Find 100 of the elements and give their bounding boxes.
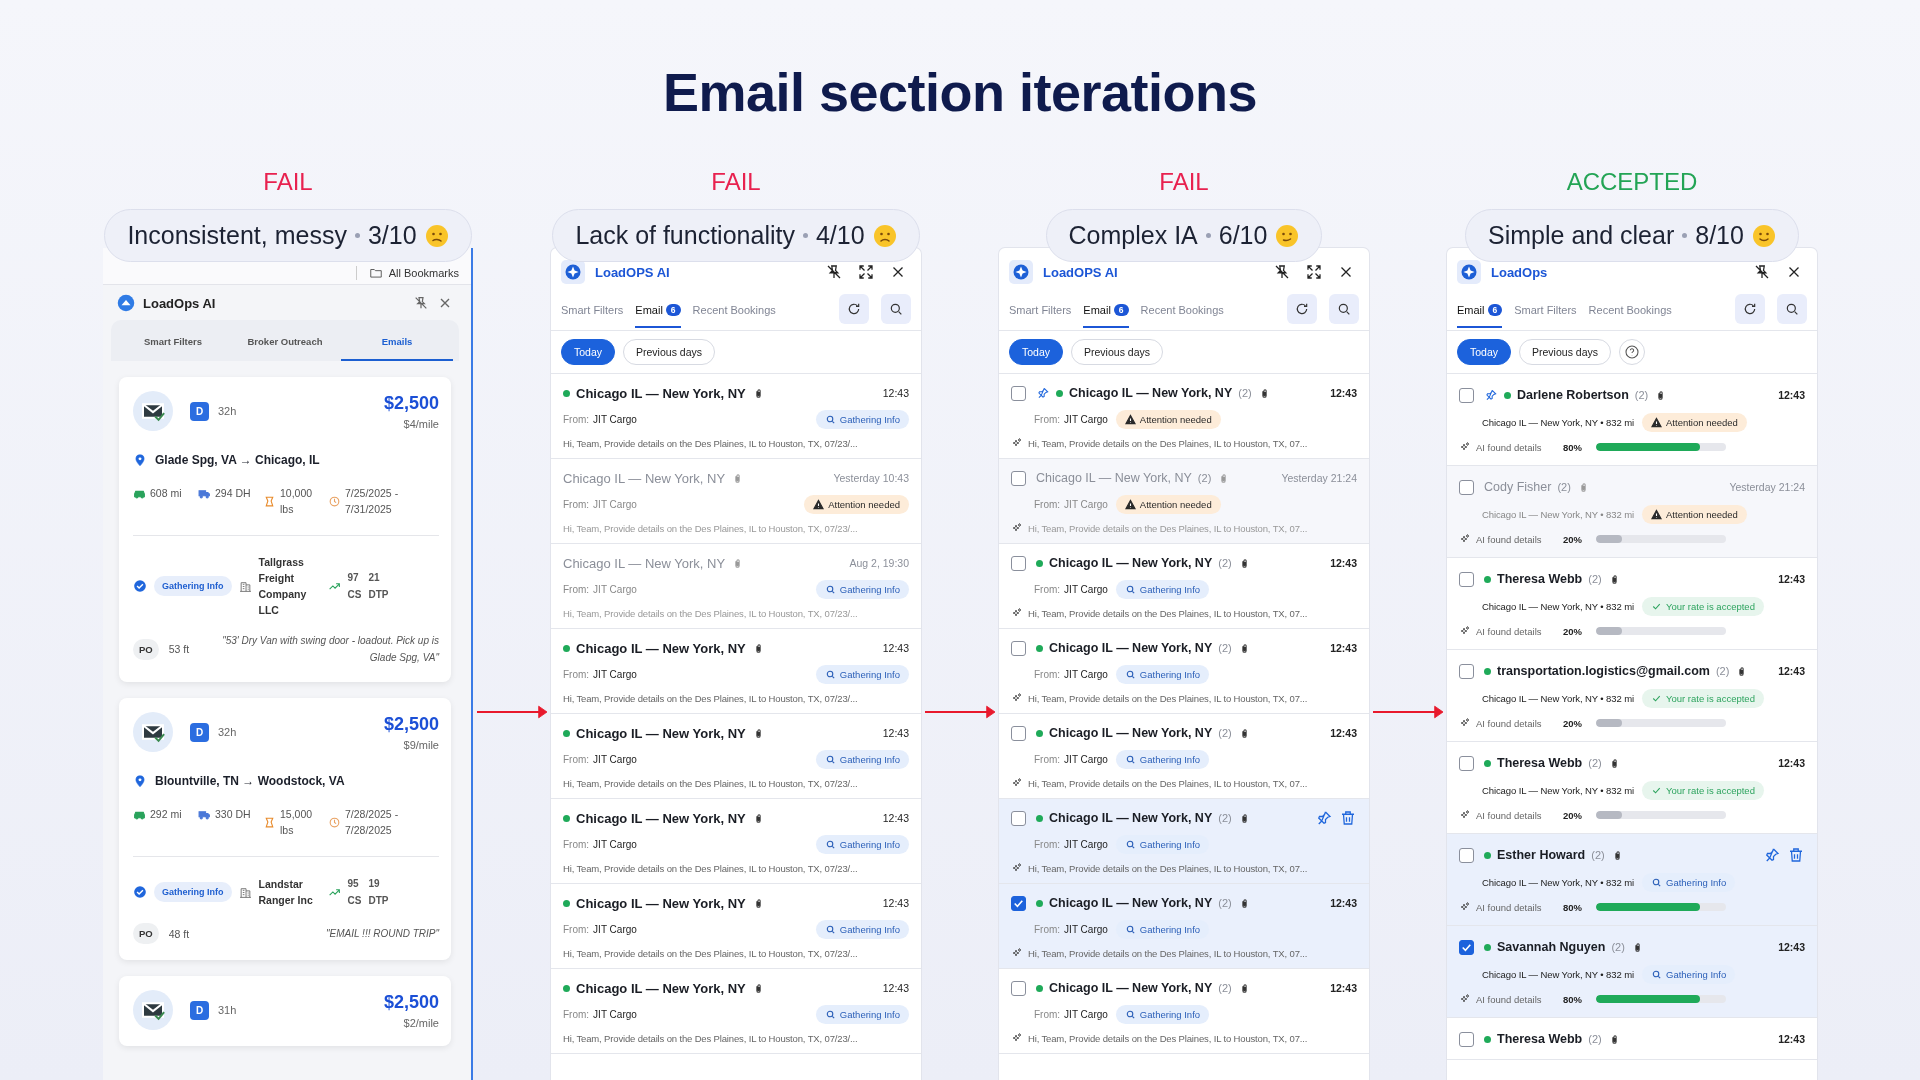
tab[interactable]: Recent Bookings [1588,296,1672,328]
email-time: 12:43 [1778,389,1805,401]
unpin-icon[interactable] [1753,263,1771,281]
load-card[interactable]: D 32h $2,500 $9/mile Blountville, TN → Woodstock, VA 292 mi 330 DH 15,000 lbs 7/28/2025 - 7/28/2025 Gathering Info Landstar Ranger Inc 95 CS 19 DTP PO 48 ft "EMAIL !!! ROUND TRIP" [119,698,451,960]
refresh-button[interactable] [839,294,869,324]
unpin-icon[interactable] [1273,263,1291,281]
email-row[interactable]: Theresa Webb (2) 12:43 Chicago IL — New York, NY • 832 mi Your rate is accepted AI found details 20% [1447,558,1817,650]
email-row[interactable]: Chicago IL — New York, NY 12:43 From: JIT Cargo Gathering Info Hi, Team, Provide details on the Des Plaines, IL to Houston, TX, 07/23/... [551,969,921,1054]
sender-name: JIT Cargo [593,583,637,595]
count-badge: 6 [665,304,681,316]
email-row[interactable]: Chicago IL — New York, NY (2) 12:43 From: JIT Cargo Gathering Info Hi, Team, Provide details on the Des Plaines, IL to Houston, TX, 07... [999,969,1369,1054]
status-tag: Gathering Info [1115,749,1210,769]
load-note: "EMAIL !!! ROUND TRIP" [324,927,439,941]
search-button[interactable] [1329,294,1359,324]
tab[interactable]: Smart Filters [561,296,624,328]
bookmarks-link[interactable]: All Bookmarks [388,267,459,279]
tab[interactable]: Smart Filters [1009,296,1072,328]
refresh-button[interactable] [1287,294,1317,324]
email-time: 12:43 [1778,941,1805,953]
checkbox[interactable] [1459,387,1474,403]
checkbox[interactable] [1459,755,1474,771]
search-button[interactable] [1777,294,1807,324]
tab[interactable]: Recent Bookings [692,296,776,328]
checkbox[interactable] [1459,1031,1474,1047]
percent-label: 20% [1563,625,1583,637]
email-row[interactable]: Theresa Webb (2) 12:43 Chicago IL — New York, NY • 832 mi Your rate is accepted AI found details 20% [1447,742,1817,834]
email-time: 12:43 [882,387,909,399]
weight-icon [263,494,276,508]
from-label: From: [1034,413,1061,425]
email-row[interactable]: Chicago IL — New York, NY Aug 2, 19:30 From: JIT Cargo Gathering Info Hi, Team, Provide details on the Des Plaines, IL to Houston, TX, 07/23/... [551,544,921,629]
checkbox[interactable] [1011,385,1026,401]
filter-chip[interactable]: Previous days [1519,339,1611,365]
email-row[interactable]: Chicago IL — New York, NY (2) Yesterday 21:24 From: JIT Cargo Attention needed Hi, Team, Provide details on the Des Plaines, IL to Houston, TX, 07... [999,459,1369,544]
checkbox[interactable] [1011,810,1026,826]
logo-icon [117,294,135,312]
search-button[interactable] [881,294,911,324]
tab[interactable]: Recent Bookings [1140,296,1224,328]
from-label: From: [563,1008,590,1020]
app-name: LoadOPS AI [595,264,670,280]
email-row[interactable]: Chicago IL — New York, NY (2) 12:43 From: JIT Cargo Gathering Info Hi, Team, Provide details on the Des Plaines, IL to Houston, TX, 07... [999,884,1369,969]
load-card[interactable] [119,377,451,682]
checkbox[interactable] [1459,571,1474,587]
checkbox[interactable] [1011,555,1026,571]
email-row[interactable]: Cody Fisher (2) Yesterday 21:24 Chicago IL — New York, NY • 832 mi Attention needed AI found details 20% [1447,466,1817,558]
email-row[interactable]: Chicago IL — New York, NY Yesterday 10:43 From: JIT Cargo Attention needed Hi, Team, Provide details on the Des Plaines, IL to Houston, TX, 07/23/... [551,459,921,544]
checkbox[interactable] [1011,640,1026,656]
checkbox[interactable] [1459,663,1474,679]
email-row[interactable]: Theresa Webb (2) 12:43 [1447,1018,1817,1060]
price: $2,500 [383,713,439,735]
email-row[interactable]: Chicago IL — New York, NY (2) 12:43 From: JIT Cargo Gathering Info Hi, Team, Provide details on the Des Plaines, IL to Houston, TX, 07... [999,544,1369,629]
unread-dot [1036,559,1043,567]
email-row[interactable]: Savannah Nguyen (2) 12:43 Chicago IL — New York, NY • 832 mi Gathering Info AI found details 80% [1447,926,1817,1018]
filter-chip[interactable]: Previous days [1071,339,1163,365]
unpin-icon[interactable] [825,263,843,281]
checkbox[interactable] [1011,980,1026,996]
load-card[interactable]: D 31h $2,500 $2/mile [119,976,451,1046]
trash-icon[interactable] [1787,846,1805,864]
expand-icon[interactable] [857,263,875,281]
help-button[interactable] [1619,339,1645,365]
tab[interactable]: Broker Outreach [229,330,341,361]
filter-chip[interactable]: Today [561,339,616,365]
email-row[interactable]: transportation.logistics@gmail.com (2) 12:43 Chicago IL — New York, NY • 832 mi Your rate is accepted AI found details 20% [1447,650,1817,742]
email-row[interactable]: Esther Howard (2) Chicago IL — New York, NY • 832 mi Gathering Info AI found details 80% [1447,834,1817,926]
age-label: 32h [218,405,237,417]
email-row[interactable]: Darlene Robertson (2) 12:43 Chicago IL — New York, NY • 832 mi Attention needed AI found details 80% [1447,374,1817,466]
pin-icon[interactable] [1763,846,1781,864]
email-time: Yesterday 10:43 [833,472,909,484]
refresh-button[interactable] [1735,294,1765,324]
tab[interactable]: Email 6 [1083,296,1129,328]
route-label: Chicago IL — New York, NY • 832 mi [1482,692,1634,704]
pin-icon[interactable] [1315,809,1333,827]
tab[interactable]: Smart Filters [117,330,229,361]
tab[interactable]: Smart Filters [1514,296,1577,328]
trash-icon[interactable] [1339,809,1357,827]
email-row[interactable]: Chicago IL — New York, NY 12:43 From: JIT Cargo Gathering Info Hi, Team, Provide details on the Des Plaines, IL to Houston, TX, 07/23/... [551,799,921,884]
checkbox[interactable] [1011,470,1026,486]
expand-icon[interactable] [1305,263,1323,281]
checkbox[interactable] [1459,847,1474,863]
filter-chip[interactable]: Today [1009,339,1064,365]
email-row[interactable]: Chicago IL — New York, NY 12:43 From: JIT Cargo Gathering Info Hi, Team, Provide details on the Des Plaines, IL to Houston, TX, 07/23/... [551,374,921,459]
tab[interactable]: Emails [341,330,453,361]
checkbox[interactable] [1459,479,1474,495]
status-tag: Gathering Info [815,1004,909,1024]
filter-chip[interactable]: Previous days [623,339,715,365]
check-circle-icon [133,885,147,899]
checkbox[interactable] [1459,939,1474,955]
driver-badge: D [190,401,209,421]
email-row[interactable]: Chicago IL — New York, NY 12:43 From: JIT Cargo Gathering Info Hi, Team, Provide details on the Des Plaines, IL to Houston, TX, 07/23/... [551,629,921,714]
email-row[interactable]: Chicago IL — New York, NY (2) From: JIT Cargo Gathering Info Hi, Team, Provide details on the Des Plaines, IL to Houston, TX, 07... [999,799,1369,884]
email-row[interactable]: Chicago IL — New York, NY 12:43 From: JIT Cargo Gathering Info Hi, Team, Provide details on the Des Plaines, IL to Houston, TX, 07/23/... [551,714,921,799]
email-row[interactable]: Chicago IL — New York, NY (2) 12:43 From: JIT Cargo Gathering Info Hi, Team, Provide details on the Des Plaines, IL to Houston, TX, 07... [999,629,1369,714]
checkbox[interactable] [1011,895,1026,911]
tab[interactable]: Email 6 [1457,296,1503,328]
status-tag: Gathering Info [815,409,909,429]
filter-chip[interactable]: Today [1457,339,1512,365]
stat-value: 292 mi [150,807,183,822]
tab[interactable]: Email 6 [635,296,681,328]
email-time: 12:43 [1330,642,1357,654]
email-row[interactable]: Chicago IL — New York, NY 12:43 From: JIT Cargo Gathering Info Hi, Team, Provide details on the Des Plaines, IL to Houston, TX, 07/23/... [551,884,921,969]
checkbox[interactable] [1011,725,1026,741]
